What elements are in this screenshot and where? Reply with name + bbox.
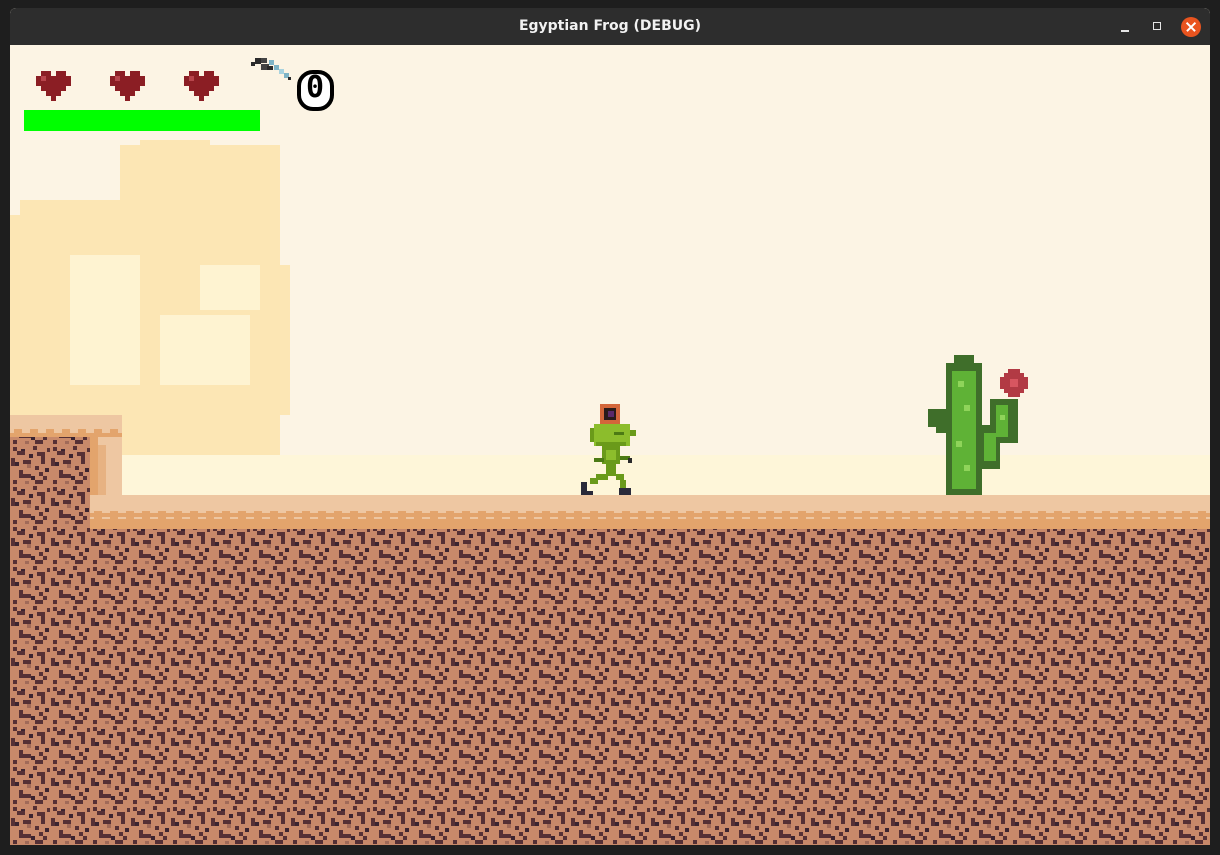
game-window: Egyptian Frog (DEBUG) 0 [10,8,1210,845]
maximize-icon[interactable] [1148,17,1168,37]
minimize-icon[interactable] [1115,17,1135,37]
window-title: Egyptian Frog (DEBUG) [518,18,702,34]
title-bar[interactable]: Egyptian Frog (DEBUG) [10,8,1210,45]
close-icon[interactable] [1181,17,1201,37]
ground [10,437,1210,845]
coin-count: 0 [305,70,325,105]
game-canvas[interactable]: 0 [10,45,1210,845]
health-bar [24,110,260,131]
health-bar-fill [24,110,260,131]
dune [120,455,1210,495]
